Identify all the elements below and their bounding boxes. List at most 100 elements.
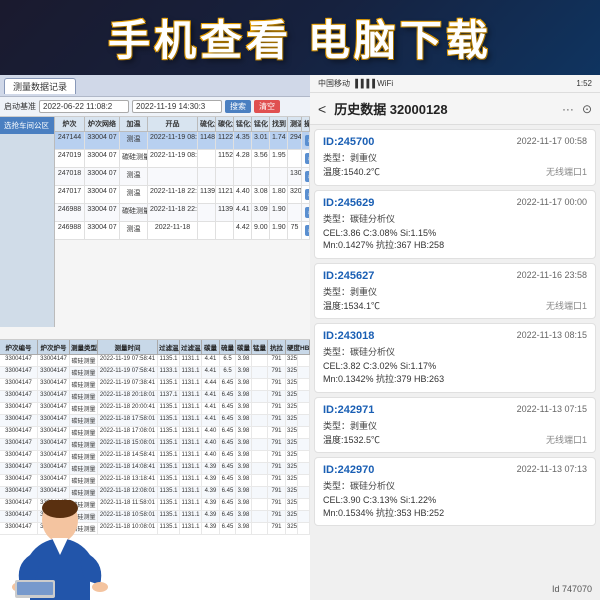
bottom-td: 791 bbox=[268, 379, 286, 390]
bottom-table-row[interactable]: 3300414733004147碳硅测量2022-11-18 12:08:011… bbox=[0, 487, 310, 499]
bottom-table-row[interactable]: 3300414733004147碳硅测量2022-11-18 20:18:011… bbox=[0, 391, 310, 403]
bottom-table-row[interactable]: 3300414733004147碳硅测量2022-11-18 14:08:411… bbox=[0, 463, 310, 475]
back-button[interactable]: < bbox=[318, 101, 326, 117]
person-overlay bbox=[0, 500, 120, 600]
bottom-td: 1135.1 bbox=[158, 463, 180, 474]
record-values-4: CEL:3.82 C:3.02% Si:1.17% Mn:0.1342% 抗拉:… bbox=[323, 360, 587, 385]
main-table: 炉次 炉次网络 加温 开品 硫化量 碳化量 锰化量 锰化 找到 测温 操作 bbox=[55, 117, 310, 327]
bottom-td: 1131.1 bbox=[180, 487, 202, 498]
record-type-6: 类型：碳硅分析仪 bbox=[323, 479, 587, 492]
bottom-table-row[interactable]: 3300414733004147碳硅测量2022-11-18 14:58:411… bbox=[0, 451, 310, 463]
bottom-td: 791 bbox=[268, 355, 286, 366]
record-card-5[interactable]: ID:242971 2022-11-13 07:15 类型：剥重仪 温度:153… bbox=[314, 397, 596, 454]
bottom-td: 2022-11-18 17:08:01 bbox=[98, 427, 158, 438]
bottom-td: 2022-11-18 13:18:41 bbox=[98, 475, 158, 486]
bottom-td: 6.45 bbox=[220, 403, 236, 414]
record-date-2: 2022-11-17 00:00 bbox=[517, 197, 587, 209]
bottom-td: 1135.1 bbox=[158, 499, 180, 510]
bottom-table-row[interactable]: 3300414733004147碳硅测量2022-11-19 07:58:411… bbox=[0, 367, 310, 379]
bottom-td bbox=[298, 439, 310, 450]
table-row[interactable]: 246988 33004 07 碳硅测量 2022-11-18 22:33:39… bbox=[55, 204, 310, 222]
bottom-td: 6.5 bbox=[220, 367, 236, 378]
search-button[interactable]: 搜索 bbox=[225, 100, 251, 113]
bottom-table-row[interactable]: 3300414733004147碳硅测量2022-11-19 07:58:411… bbox=[0, 355, 310, 367]
td-v4: 3.01 bbox=[252, 132, 270, 149]
bottom-td: 4.40 bbox=[202, 439, 220, 450]
clear-button[interactable]: 清空 bbox=[254, 100, 280, 113]
td-v3: 4.35 bbox=[234, 132, 252, 149]
th-id: 炉次 bbox=[55, 117, 85, 131]
bottom-td: 4.39 bbox=[202, 499, 220, 510]
bottom-td bbox=[298, 463, 310, 474]
table-row[interactable]: 247019 33004 07 碳硅测量 2022-11-19 08:05:24… bbox=[55, 150, 310, 168]
bottom-td bbox=[252, 499, 268, 510]
record-id-4: ID:243018 bbox=[323, 330, 374, 342]
bottom-td bbox=[298, 403, 310, 414]
bottom-td: 325 bbox=[286, 367, 298, 378]
bottom-td: 791 bbox=[268, 427, 286, 438]
bottom-td: 791 bbox=[268, 499, 286, 510]
table-row[interactable]: 247018 33004 07 测温 1307.5 校准 bbox=[55, 168, 310, 186]
record-id-3: ID:245627 bbox=[323, 270, 374, 282]
bottom-td: 碳硅测量 bbox=[70, 415, 98, 426]
bottom-td: 碳硅测量 bbox=[70, 379, 98, 390]
left-panel: 测量数据记录 启动基准 2022-06-22 11:08:2 2022-11-1… bbox=[0, 75, 310, 600]
bottom-td: 33004147 bbox=[38, 415, 70, 426]
bottom-td: 1131.1 bbox=[180, 439, 202, 450]
bottom-td: 1135.1 bbox=[158, 511, 180, 522]
side-menu-item-active[interactable]: 选抢车间公区 bbox=[0, 117, 54, 134]
bottom-td bbox=[252, 367, 268, 378]
top-banner: 手机查看 电脑下载 bbox=[0, 0, 600, 75]
td-id: 247144 bbox=[55, 132, 85, 149]
bottom-td bbox=[252, 487, 268, 498]
bottom-td: 1135.1 bbox=[158, 415, 180, 426]
table-row[interactable]: 247144 33004 07 测温 2022-11-19 08:58:41 1… bbox=[55, 132, 310, 150]
bottom-td: 1131.1 bbox=[180, 475, 202, 486]
bottom-table-row[interactable]: 3300414733004147碳硅测量2022-11-19 07:38:411… bbox=[0, 379, 310, 391]
filter-date-end[interactable]: 2022-11-19 14:30:3 bbox=[132, 100, 222, 113]
table-row[interactable]: 246988 33004 07 测温 2022-11-18 4.42 9.00 … bbox=[55, 222, 310, 240]
tab-records[interactable]: 测量数据记录 bbox=[4, 78, 76, 94]
th-v5: 找到 bbox=[270, 117, 288, 131]
content-area: 测量数据记录 启动基准 2022-06-22 11:08:2 2022-11-1… bbox=[0, 75, 600, 600]
filter-date-start[interactable]: 2022-06-22 11:08:2 bbox=[39, 100, 129, 113]
bottom-td: 33004147 bbox=[0, 475, 38, 486]
record-type-1: 类型：剥重仪 bbox=[323, 151, 587, 164]
bottom-td: 碳硅测量 bbox=[70, 487, 98, 498]
bottom-td: 1133.1 bbox=[158, 367, 180, 378]
bottom-table-row[interactable]: 3300414733004147碳硅测量2022-11-18 17:58:011… bbox=[0, 415, 310, 427]
bottom-table-row[interactable]: 3300414733004147碳硅测量2022-11-18 15:08:011… bbox=[0, 439, 310, 451]
bottom-td: 3.98 bbox=[236, 427, 252, 438]
bottom-table-row[interactable]: 3300414733004147碳硅测量2022-11-18 20:00:411… bbox=[0, 403, 310, 415]
record-card-3[interactable]: ID:245627 2022-11-16 23:58 类型：剥重仪 温度:153… bbox=[314, 263, 596, 320]
bottom-td bbox=[298, 427, 310, 438]
bottom-td bbox=[298, 391, 310, 402]
bottom-td: 791 bbox=[268, 523, 286, 534]
bottom-td bbox=[252, 439, 268, 450]
bottom-td bbox=[298, 355, 310, 366]
bottom-td bbox=[252, 379, 268, 390]
record-card-2[interactable]: ID:245629 2022-11-17 00:00 类型：碳硅分析仪 CEL:… bbox=[314, 190, 596, 259]
bottom-table-row[interactable]: 3300414733004147碳硅测量2022-11-18 17:08:011… bbox=[0, 427, 310, 439]
bottom-td: 6.45 bbox=[220, 415, 236, 426]
bottom-td: 1131.1 bbox=[180, 379, 202, 390]
bottom-td: 1131.1 bbox=[180, 403, 202, 414]
record-id-5: ID:242971 bbox=[323, 404, 374, 416]
bottom-table-row[interactable]: 3300414733004147碳硅测量2022-11-18 13:18:411… bbox=[0, 475, 310, 487]
table-row[interactable]: 247017 33004 07 测温 2022-11-18 22:44:11 1… bbox=[55, 186, 310, 204]
record-card-1[interactable]: ID:245700 2022-11-17 00:58 类型：剥重仪 温度:154… bbox=[314, 129, 596, 186]
record-card-4[interactable]: ID:243018 2022-11-13 08:15 类型：碳硅分析仪 CEL:… bbox=[314, 323, 596, 392]
bottom-td: 4.39 bbox=[202, 463, 220, 474]
bottom-td: 791 bbox=[268, 463, 286, 474]
record-date-1: 2022-11-17 00:58 bbox=[517, 136, 587, 148]
record-type-4: 类型：碳硅分析仪 bbox=[323, 345, 587, 358]
more-icon[interactable]: ··· bbox=[562, 102, 574, 116]
bottom-td: 6.45 bbox=[220, 475, 236, 486]
bottom-td: 325 bbox=[286, 391, 298, 402]
bottom-td: 碳硅测量 bbox=[70, 391, 98, 402]
record-values-2: CEL:3.86 C:3.08% Si:1.15% Mn:0.1427% 抗拉:… bbox=[323, 227, 587, 252]
bottom-td: 33004147 bbox=[38, 403, 70, 414]
bottom-td: 2022-11-18 14:08:41 bbox=[98, 463, 158, 474]
record-card-6[interactable]: ID:242970 2022-11-13 07:13 类型：碳硅分析仪 CEL:… bbox=[314, 457, 596, 526]
settings-icon[interactable]: ⊙ bbox=[582, 102, 592, 116]
